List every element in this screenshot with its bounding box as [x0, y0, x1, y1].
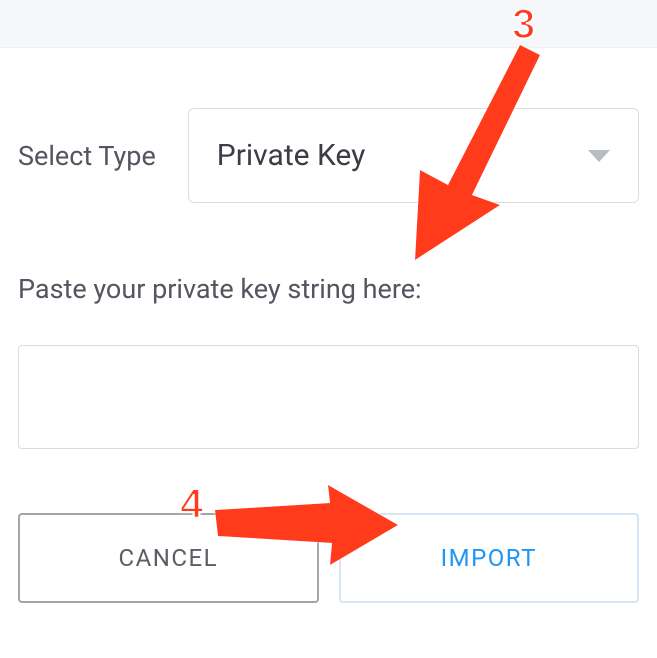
select-type-row: Select Type Private Key: [18, 108, 639, 203]
import-account-panel: Select Type Private Key Paste your priva…: [0, 48, 657, 603]
private-key-input[interactable]: [18, 345, 639, 449]
button-row: CANCEL IMPORT: [18, 513, 639, 603]
cancel-button-label: CANCEL: [118, 544, 218, 572]
select-type-dropdown[interactable]: Private Key: [188, 108, 639, 203]
top-band: [0, 0, 657, 48]
select-type-value: Private Key: [217, 138, 366, 173]
chevron-down-icon: [588, 150, 610, 162]
import-button[interactable]: IMPORT: [339, 513, 640, 603]
import-button-label: IMPORT: [441, 544, 537, 572]
select-type-label: Select Type: [18, 140, 156, 172]
cancel-button[interactable]: CANCEL: [18, 513, 319, 603]
paste-key-prompt: Paste your private key string here:: [18, 273, 639, 305]
